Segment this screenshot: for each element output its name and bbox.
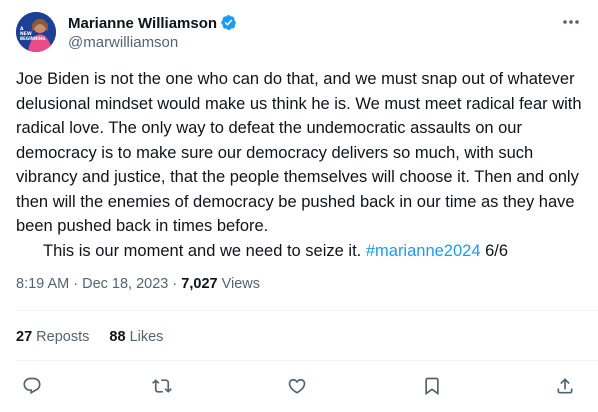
repost-icon: [152, 379, 172, 393]
reposts-count: 27: [16, 329, 33, 345]
divider-bottom: [16, 360, 598, 361]
reply-button[interactable]: [17, 371, 47, 401]
tweet-text: Joe Biden is not the one who can do that…: [16, 67, 586, 263]
like-icon: [288, 378, 306, 394]
tweet-paragraph-1: Joe Biden is not the one who can do that…: [16, 70, 582, 235]
reply-icon: [23, 377, 41, 395]
views-count: 7,027: [181, 276, 218, 292]
bookmark-icon: [425, 377, 439, 396]
tweet-paragraph-2-text: This is our moment and we need to seize …: [43, 241, 362, 260]
meta-separator-1: ·: [73, 276, 79, 292]
author-name[interactable]: Marianne Williamson: [68, 14, 237, 33]
repost-button[interactable]: [147, 371, 177, 401]
hashtag-link[interactable]: #marianne2024: [366, 242, 481, 260]
avatar-image: A NEW BEGINNING: [16, 12, 56, 52]
engagement-stats: 27 Reposts 88 Likes: [16, 328, 179, 346]
avatar-text-3: BEGINNING: [20, 36, 45, 41]
more-icon: [563, 20, 579, 24]
meta-separator-2: ·: [172, 276, 178, 292]
thread-counter: 6/6: [485, 241, 509, 260]
more-options-button[interactable]: [560, 12, 582, 32]
action-bar: [0, 371, 598, 401]
views-label: Views: [221, 276, 261, 292]
likes-label: Likes: [129, 329, 164, 345]
avatar[interactable]: A NEW BEGINNING: [16, 12, 56, 52]
tweet: A NEW BEGINNING Marianne Williamson @mar…: [0, 0, 598, 412]
verified-badge-icon: [221, 15, 236, 30]
tweet-meta: 8:19 AM · Dec 18, 2023 · 7,027 Views: [16, 275, 260, 293]
reposts-stat[interactable]: 27 Reposts: [16, 329, 89, 345]
tweet-date[interactable]: Dec 18, 2023: [82, 276, 168, 292]
divider-top: [16, 310, 598, 311]
bookmark-button[interactable]: [417, 371, 447, 401]
tweet-time[interactable]: 8:19 AM: [16, 276, 69, 292]
like-button[interactable]: [282, 371, 312, 401]
author-handle[interactable]: @marwilliamson: [68, 34, 178, 52]
share-button[interactable]: [550, 371, 580, 401]
author-name-text[interactable]: Marianne Williamson: [68, 15, 217, 32]
tweet-paragraph-2: This is our moment and we need to seize …: [16, 239, 586, 264]
reposts-label: Reposts: [36, 329, 90, 345]
likes-stat[interactable]: 88 Likes: [109, 329, 163, 345]
share-icon: [557, 378, 573, 394]
likes-count: 88: [109, 329, 126, 345]
